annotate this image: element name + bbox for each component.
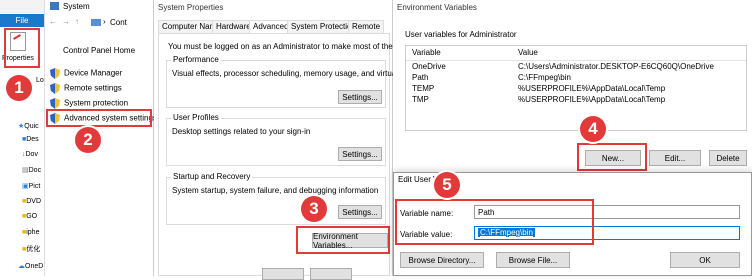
row-value: C:\Users\Administrator.DESKTOP-E6CQ60Q\O…: [518, 62, 714, 71]
row-variable: TEMP: [412, 84, 435, 93]
document-icon: ▤: [22, 167, 29, 174]
badge-3: 3: [301, 196, 327, 222]
browse-file-button[interactable]: Browse File...: [496, 252, 570, 268]
nav-item-8[interactable]: ■优化: [22, 244, 40, 254]
table-row[interactable]: TEMP %USERPROFILE%\AppData\Local\Temp: [406, 84, 746, 94]
system-icon: [50, 2, 59, 10]
badge-1: 1: [6, 75, 32, 101]
title-strip: [0, 0, 44, 13]
forward-arrow-icon[interactable]: →: [62, 17, 70, 26]
advanced-settings-highlight: [46, 109, 152, 127]
nav-item-7[interactable]: ■iphe: [22, 229, 39, 236]
up-arrow-icon[interactable]: ↑: [75, 17, 79, 26]
chevron-right-icon: ›: [103, 17, 106, 26]
table-row[interactable]: OneDrive C:\Users\Administrator.DESKTOP-…: [406, 62, 746, 72]
browse-directory-button[interactable]: Browse Directory...: [400, 252, 484, 268]
col-value[interactable]: Value: [518, 48, 538, 57]
nav-item-9[interactable]: ☁OneD: [18, 262, 43, 270]
bottom-buttons-strip: [254, 268, 384, 280]
system-titlebar: System: [45, 0, 153, 13]
badge-2: 2: [75, 127, 101, 153]
startup-title: Startup and Recovery: [171, 172, 253, 181]
startup-desc: System startup, system failure, and debu…: [172, 186, 379, 195]
badge-5: 5: [434, 172, 460, 198]
table-row[interactable]: Path C:\FFmpeg\bin: [406, 73, 746, 83]
performance-title: Performance: [171, 55, 221, 64]
lo-label: Lo: [36, 77, 44, 84]
profiles-settings-button[interactable]: Settings...: [338, 147, 382, 161]
row-value: C:\FFmpeg\bin: [518, 73, 571, 82]
nav-item-6[interactable]: ■GO: [22, 213, 37, 220]
cancel-button-partial[interactable]: [310, 268, 352, 280]
nav-item-3[interactable]: ▤Doc: [22, 166, 41, 174]
shield-icon: [50, 98, 60, 109]
env-vars-highlight: [296, 226, 390, 254]
profiles-title: User Profiles: [171, 113, 221, 122]
profiles-desc: Desktop settings related to your sign-in: [172, 127, 311, 136]
edit-fields-highlight: [395, 199, 594, 245]
new-button-highlight: [577, 143, 647, 171]
file-tab[interactable]: File: [0, 14, 44, 27]
properties-highlight: [4, 28, 40, 68]
user-vars-label: User variables for Administrator: [405, 30, 517, 39]
cloud-icon: ☁: [18, 263, 25, 270]
address-bar[interactable]: ← → ↑ › Cont: [45, 15, 153, 31]
row-variable: TMP: [412, 95, 429, 104]
table-row[interactable]: TMP %USERPROFILE%\AppData\Local\Temp: [406, 95, 746, 105]
ok-button-partial[interactable]: [262, 268, 304, 280]
props-titlebar: System Properties: [158, 3, 224, 12]
user-vars-table[interactable]: Variable Value OneDrive C:\Users\Adminis…: [405, 45, 747, 131]
link-remote-settings[interactable]: Remote settings: [50, 83, 122, 94]
edit-titlebar: Edit User V: [398, 175, 439, 184]
performance-desc: Visual effects, processor scheduling, me…: [172, 69, 430, 78]
nav-item-4[interactable]: ▣Pict: [22, 182, 40, 190]
performance-settings-button[interactable]: Settings...: [338, 90, 382, 104]
nav-item-2[interactable]: ↓Dov: [22, 151, 38, 158]
link-device-manager[interactable]: Device Manager: [50, 68, 122, 79]
table-header: Variable Value: [406, 48, 746, 61]
shield-icon: [50, 68, 60, 79]
badge-4: 4: [580, 116, 606, 142]
col-variable[interactable]: Variable: [412, 48, 441, 57]
back-arrow-icon[interactable]: ←: [49, 17, 57, 26]
tab-remote[interactable]: Remote: [348, 20, 385, 33]
nav-item-1[interactable]: ■Des: [22, 136, 39, 143]
row-variable: Path: [412, 73, 429, 82]
startup-settings-button[interactable]: Settings...: [338, 205, 382, 219]
monitor-icon: [91, 19, 101, 26]
edit-button[interactable]: Edit...: [649, 150, 701, 166]
link-system-protection[interactable]: System protection: [50, 98, 128, 109]
env-titlebar: Environment Variables: [397, 3, 477, 12]
shield-icon: [50, 83, 60, 94]
ok-button[interactable]: OK: [670, 252, 740, 268]
delete-button[interactable]: Delete: [709, 150, 747, 166]
control-panel-home[interactable]: Control Panel Home: [63, 46, 135, 55]
address-text: Cont: [110, 18, 127, 27]
row-value: %USERPROFILE%\AppData\Local\Temp: [518, 84, 666, 93]
row-value: %USERPROFILE%\AppData\Local\Temp: [518, 95, 666, 104]
nav-item-5[interactable]: ■DVD: [22, 198, 41, 205]
nav-item-0[interactable]: ★Quic: [18, 122, 39, 130]
system-title: System: [63, 2, 90, 11]
row-variable: OneDrive: [412, 62, 446, 71]
picture-icon: ▣: [22, 183, 29, 190]
